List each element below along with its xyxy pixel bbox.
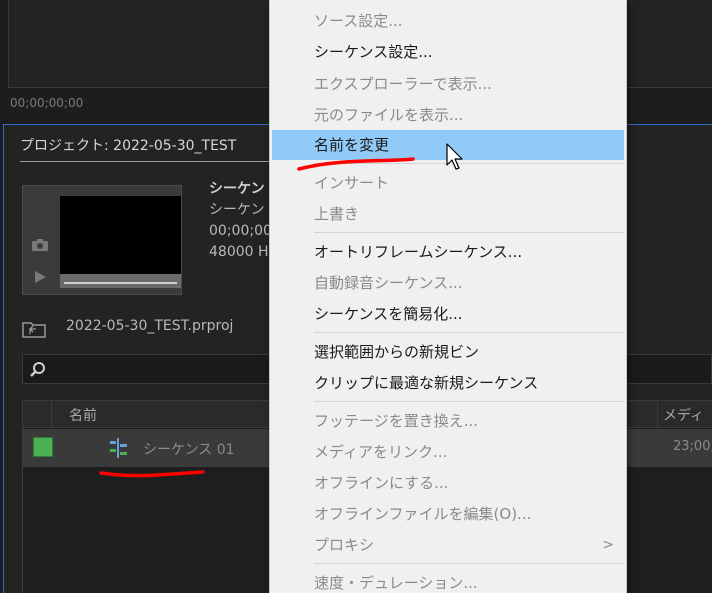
app-window: 00;00;00;00 プロジェクト: 2022-05-30_TEST シーケン… (0, 0, 712, 593)
menu-item-source-settings: ソース設定... (314, 12, 403, 30)
menu-item-proxy-label: プロキシ (314, 536, 375, 554)
column-divider[interactable] (51, 401, 52, 428)
column-header-name[interactable]: 名前 (69, 405, 97, 425)
menu-item-speed-duration: 速度・デュレーション... (314, 574, 478, 592)
preview-thumbnail (22, 185, 182, 295)
play-icon[interactable] (33, 270, 47, 284)
red-underline-annotation (99, 470, 205, 478)
menu-item-make-offline: オフラインにする... (314, 474, 449, 492)
mouse-cursor-icon (446, 143, 463, 170)
red-underline-annotation (297, 157, 415, 171)
menu-item-simplify-sequence[interactable]: シーケンスを簡易化... (270, 299, 626, 329)
project-panel-title[interactable]: プロジェクト: 2022-05-30_TEST (20, 135, 236, 155)
clip-info: シーケン シーケン 00;00;00 48000 H (209, 179, 272, 263)
context-menu: ソース設定... シーケンス設定... エクスプローラーで表示... 元のファイ… (269, 0, 627, 593)
menu-item-replace-footage: フッテージを置き換え... (314, 412, 479, 430)
search-icon (30, 362, 45, 377)
menu-item-edit-offline: オフラインファイルを編集(O)... (314, 505, 532, 523)
menu-separator (314, 563, 624, 564)
sequence-icon (110, 438, 127, 458)
sequence-name[interactable]: シーケンス 01 (143, 439, 235, 459)
menu-item-auto-reframe[interactable]: オートリフレームシーケンス... (270, 237, 626, 267)
menu-separator (314, 332, 624, 333)
menu-item-link-media: メディアをリンク... (314, 443, 448, 461)
clip-info-name: シーケン (209, 181, 265, 197)
media-start: 23;00; (673, 439, 712, 454)
folder-up-icon[interactable] (22, 320, 46, 338)
thumbnail-scrubber[interactable] (60, 274, 181, 288)
monitor-timecode: 00;00;00;00 (10, 96, 84, 110)
camera-icon[interactable] (31, 238, 49, 252)
clip-info-type: シーケン (209, 202, 265, 218)
chevron-right-icon: > (602, 537, 614, 553)
menu-item-sequence-settings[interactable]: シーケンス設定... (270, 37, 626, 67)
menu-item-auto-record: 自動録音シーケンス... (314, 274, 463, 292)
menu-item-new-sequence-from-clip[interactable]: クリップに最適な新規シーケンス (270, 368, 626, 398)
project-file-name: 2022-05-30_TEST.prproj (66, 318, 234, 334)
thumbnail-video (60, 196, 181, 274)
clip-info-audio: 48000 H (209, 244, 269, 260)
menu-item-show-in-explorer: エクスプローラーで表示... (314, 75, 492, 93)
menu-item-overwrite: 上書き (314, 205, 360, 223)
menu-item-proxy: プロキシ > (270, 530, 626, 560)
menu-separator (314, 401, 624, 402)
column-divider[interactable] (657, 401, 658, 428)
active-tab-underline (20, 161, 280, 162)
column-header-media[interactable]: メディ (663, 405, 704, 425)
label-color-swatch[interactable] (33, 437, 53, 457)
menu-item-reveal-original: 元のファイルを表示... (314, 106, 464, 124)
menu-item-new-bin-from-selection[interactable]: 選択範囲からの新規ビン (270, 337, 626, 367)
menu-separator (314, 232, 624, 233)
clip-info-duration: 00;00;00 (209, 223, 272, 239)
